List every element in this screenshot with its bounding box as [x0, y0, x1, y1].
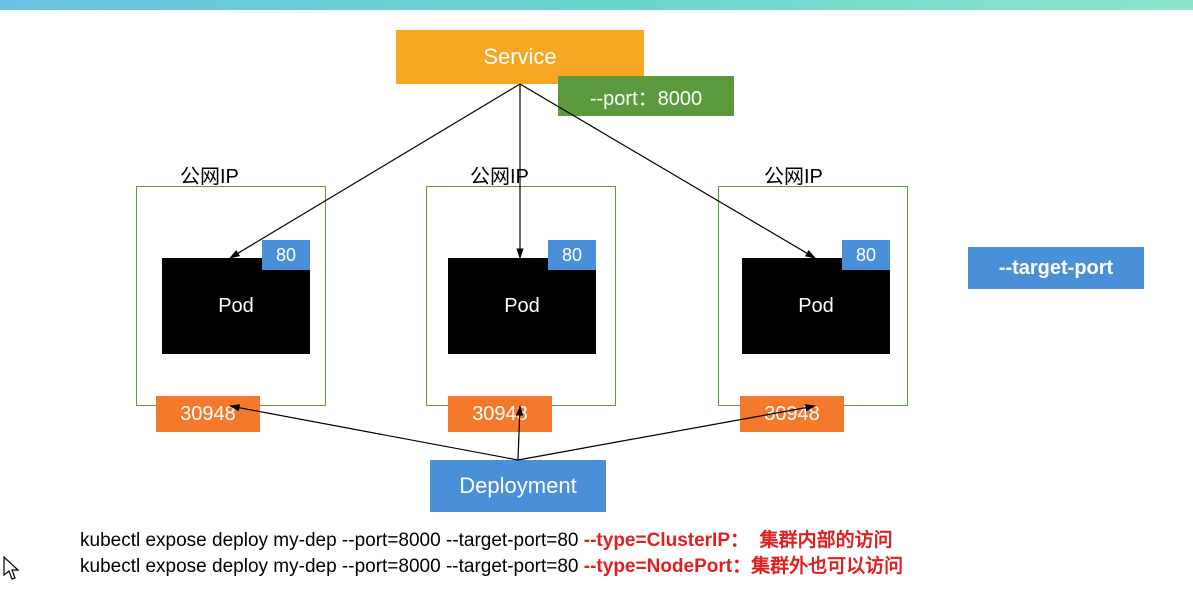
- service-port-badge: --port：8000: [558, 76, 734, 116]
- command-line-2: kubectl expose deploy my-dep --port=8000…: [80, 554, 903, 580]
- node-label: 公网IP: [180, 160, 239, 189]
- diagram-stage: Service --port：8000 公网IP 公网IP 公网IP Pod 80 Pod…: [0, 0, 1193, 590]
- pod-label: Pod: [798, 295, 834, 318]
- cmd2-base: kubectl expose deploy my-dep --port=8000…: [80, 556, 584, 577]
- service-port-text: --port：8000: [590, 82, 702, 111]
- cmd2-note: 集群外也可以访问: [751, 556, 903, 577]
- command-line-1: kubectl expose deploy my-dep --port=8000…: [80, 528, 903, 554]
- pod-port-badge: 80: [548, 240, 596, 270]
- command-block: kubectl expose deploy my-dep --port=8000…: [80, 528, 903, 579]
- pod-label: Pod: [504, 295, 540, 318]
- pod-box: Pod: [742, 258, 890, 354]
- node-port-badge: 30948: [740, 396, 844, 432]
- cursor-icon: [2, 555, 22, 581]
- deployment-label: Deployment: [459, 473, 576, 499]
- pod-label: Pod: [218, 295, 254, 318]
- target-port-badge: --target-port: [968, 247, 1144, 289]
- pod-port-badge: 80: [262, 240, 310, 270]
- cmd1-base: kubectl expose deploy my-dep --port=8000…: [80, 530, 584, 551]
- node-label: 公网IP: [470, 160, 529, 189]
- pod-box: Pod: [448, 258, 596, 354]
- pod-port-text: 80: [562, 245, 582, 266]
- target-port-text: --target-port: [999, 257, 1113, 280]
- pod-box: Pod: [162, 258, 310, 354]
- deployment-box: Deployment: [430, 460, 606, 512]
- cmd1-note: 集群内部的访问: [760, 530, 893, 551]
- cmd2-flag: --type=NodePort：: [584, 556, 751, 577]
- node-port-text: 30948: [180, 403, 236, 426]
- node-port-text: 30948: [764, 403, 820, 426]
- node-port-badge: 30948: [156, 396, 260, 432]
- service-label: Service: [483, 44, 556, 70]
- pod-port-text: 80: [856, 245, 876, 266]
- node-port-text: 30948: [472, 403, 528, 426]
- node-port-badge: 30948: [448, 396, 552, 432]
- cmd1-flag: --type=ClusterIP：: [584, 530, 749, 551]
- pod-port-text: 80: [276, 245, 296, 266]
- node-label: 公网IP: [764, 160, 823, 189]
- pod-port-badge: 80: [842, 240, 890, 270]
